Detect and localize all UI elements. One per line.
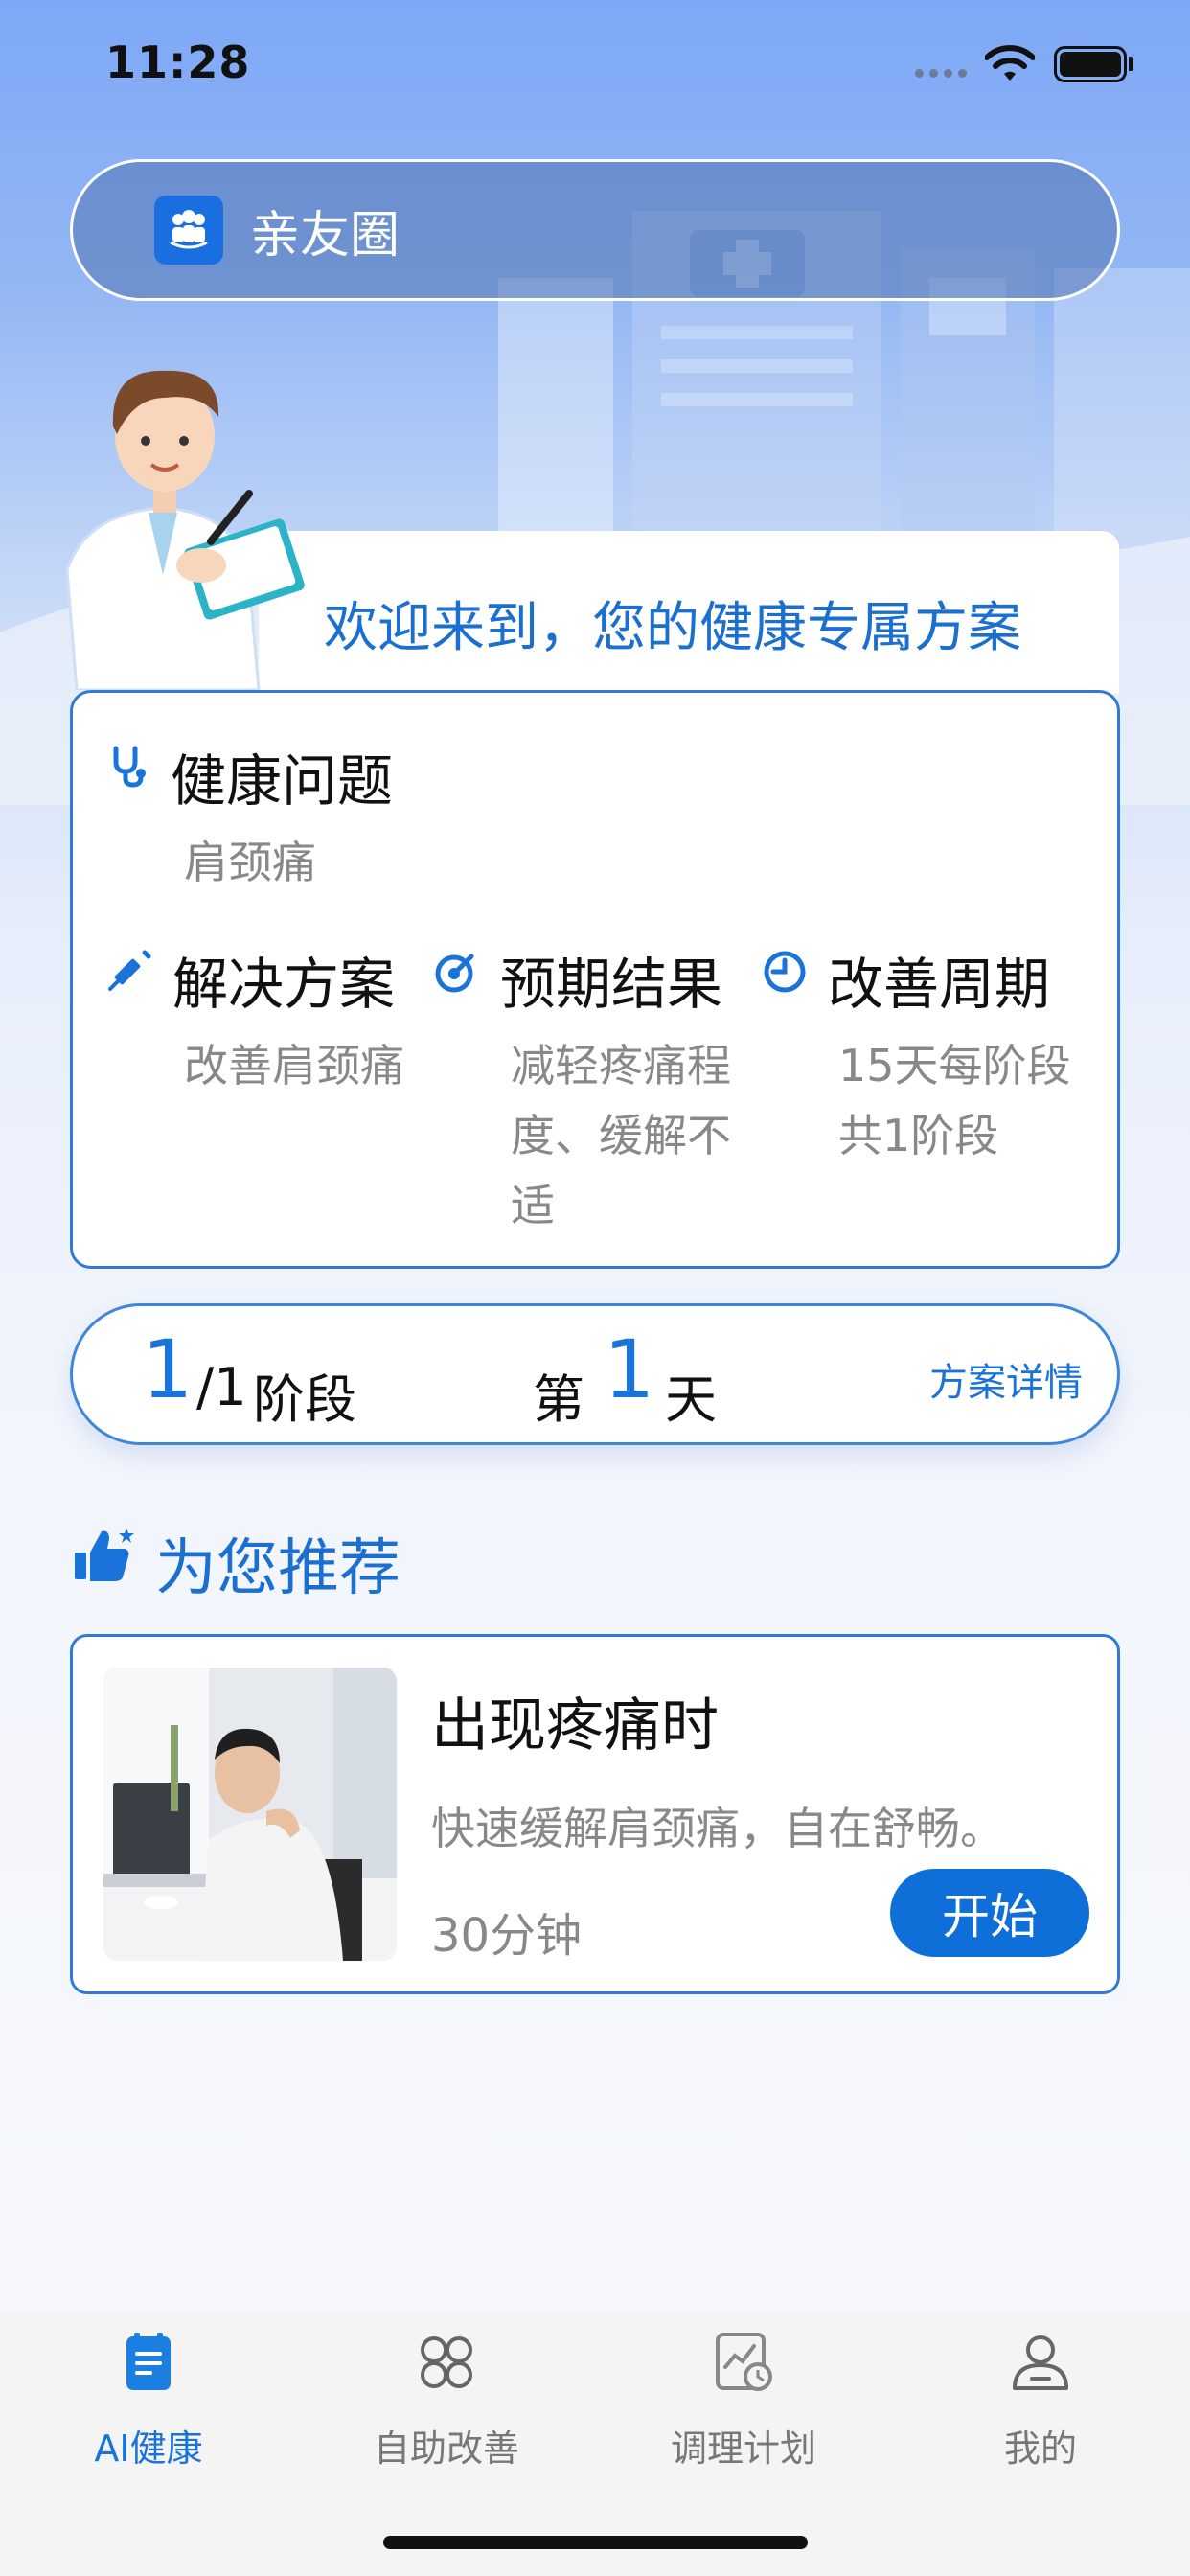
stage-unit: 阶段 <box>253 1369 356 1430</box>
stethoscope-icon <box>113 746 146 788</box>
solution-value: 改善肩颈痛 <box>184 1040 404 1092</box>
period-title: 改善周期 <box>828 952 1051 1017</box>
recommend-name: 出现疼痛时 <box>431 1692 719 1760</box>
wifi-icon <box>985 45 1035 80</box>
expected-value: 减轻疼痛程度、缓解不适 <box>511 1040 731 1231</box>
start-button[interactable]: 开始 <box>890 1869 1089 1957</box>
expected-title: 预期结果 <box>500 952 723 1017</box>
solution-title: 解决方案 <box>172 952 396 1017</box>
status-time: 11:28 <box>105 36 251 88</box>
recommend-title: 为您推荐 <box>155 1533 400 1604</box>
day-number: 1 <box>604 1322 655 1416</box>
document-icon <box>126 2333 171 2390</box>
thumbs-up-icon <box>75 1528 134 1581</box>
tab-plan[interactable]: 调理计划 <box>638 2329 849 2472</box>
doctor-illustration <box>65 370 305 690</box>
target-icon <box>435 954 474 993</box>
stage-total: /1 <box>196 1357 247 1417</box>
syringe-icon <box>108 950 151 991</box>
plan-detail-link[interactable]: 方案详情 <box>929 1351 1083 1407</box>
signal-icon <box>915 69 967 78</box>
tab-label-mine: 我的 <box>1003 2427 1077 2470</box>
period-value: 15天每阶段共1阶段 <box>838 1040 1071 1162</box>
recommend-duration: 30分钟 <box>431 1909 583 1963</box>
grid-icon <box>421 2336 472 2388</box>
day-suffix: 天 <box>665 1369 717 1430</box>
tab-label-plan: 调理计划 <box>670 2427 816 2470</box>
family-group-icon <box>154 196 223 264</box>
neck-pain-photo <box>103 1668 397 1961</box>
problem-value: 肩颈痛 <box>184 837 316 888</box>
battery-tip <box>1129 57 1133 71</box>
day-prefix: 第 <box>533 1369 584 1430</box>
chart-clock-icon <box>716 2333 772 2391</box>
battery-icon <box>1054 46 1127 82</box>
tab-label-ai-health: AI健康 <box>94 2427 203 2470</box>
circle-bar[interactable]: 亲友圈 <box>70 159 1120 301</box>
home-indicator[interactable] <box>383 2536 808 2549</box>
tab-self-help[interactable]: 自助改善 <box>341 2329 552 2472</box>
tab-ai-health[interactable]: AI健康 <box>43 2329 254 2472</box>
problem-title: 健康问题 <box>171 748 394 814</box>
circle-label: 亲友圈 <box>250 206 400 264</box>
tab-mine[interactable]: 我的 <box>935 2329 1146 2472</box>
recommend-desc: 快速缓解肩颈痛，自在舒畅。 <box>431 1803 1004 1854</box>
user-icon <box>1013 2335 1068 2390</box>
tab-label-self-help: 自助改善 <box>373 2427 519 2470</box>
stage-current: 1 <box>142 1322 194 1416</box>
welcome-text: 欢迎来到，您的健康专属方案 <box>324 597 1021 659</box>
clock-icon <box>764 951 806 993</box>
